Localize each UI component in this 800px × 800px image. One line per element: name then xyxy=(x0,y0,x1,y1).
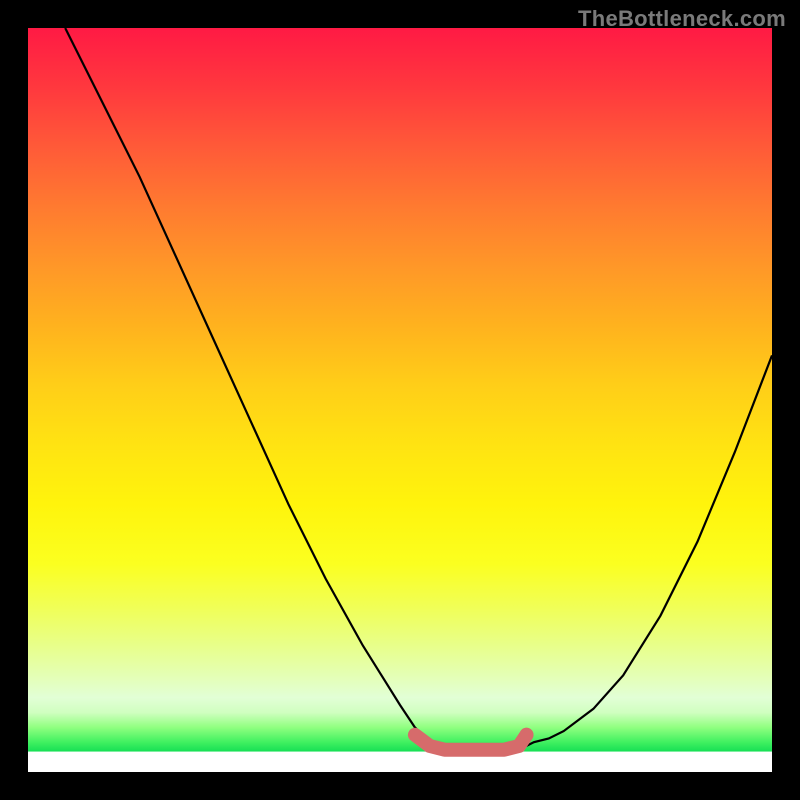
right-curve-endpoint xyxy=(519,728,533,742)
chart-area xyxy=(28,28,772,772)
right-curve-line xyxy=(474,355,772,749)
optimal-region-marker xyxy=(415,735,527,750)
left-curve-line xyxy=(65,28,474,750)
source-watermark: TheBottleneck.com xyxy=(578,6,786,32)
curve-overlay xyxy=(28,28,772,772)
